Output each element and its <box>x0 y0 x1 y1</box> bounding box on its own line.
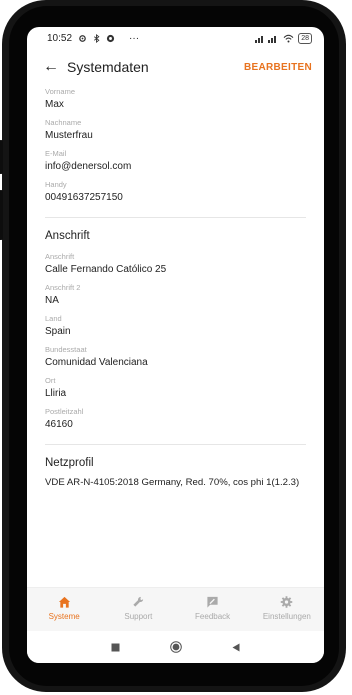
field-label: Handy <box>45 180 67 189</box>
field-address: Anschrift Calle Fernando Católico 25 <box>45 252 306 277</box>
screen: 10:52 ··· 28 ← Systemdaten BEARBEITEN Vo… <box>27 27 324 663</box>
field-value: Musterfrau <box>45 130 93 141</box>
nav-item-systeme[interactable]: Systeme <box>27 588 101 632</box>
system-data-content: Vorname Max Nachname Musterfrau E-Mail i… <box>27 87 324 488</box>
field-label: Anschrift 2 <box>45 283 81 292</box>
field-first-name: Vorname Max <box>45 87 306 112</box>
divider <box>45 217 306 218</box>
field-value: Lliria <box>45 388 67 399</box>
app-bar: ← Systemdaten BEARBEITEN <box>27 49 324 85</box>
field-address-2: Anschrift 2 NA <box>45 283 306 308</box>
bluetooth-icon <box>94 33 100 43</box>
edit-button[interactable]: BEARBEITEN <box>244 62 312 73</box>
nav-label: Systeme <box>48 612 80 621</box>
home-button-icon[interactable] <box>170 641 182 653</box>
field-email: E-Mail info@denersol.com <box>45 149 306 174</box>
field-value: Calle Fernando Católico 25 <box>45 264 167 275</box>
field-value: 00491637257150 <box>45 192 123 203</box>
field-value: NA <box>45 295 59 306</box>
address-heading: Anschrift <box>45 230 90 242</box>
wrench-icon <box>133 596 144 607</box>
field-value: info@denersol.com <box>45 161 132 172</box>
volume-button <box>0 190 3 240</box>
field-label: Land <box>45 314 62 323</box>
status-time: 10:52 <box>47 32 73 44</box>
notification-more: ··· <box>129 32 140 44</box>
field-label: Ort <box>45 376 56 385</box>
nav-item-support[interactable]: Support <box>101 588 175 632</box>
field-label: Postleitzahl <box>45 407 84 416</box>
home-icon <box>58 596 70 608</box>
recents-icon[interactable] <box>111 643 120 652</box>
battery-indicator: 28 <box>298 32 312 44</box>
back-triangle-icon[interactable] <box>232 643 240 652</box>
settings-icon <box>79 34 86 42</box>
field-value: Max <box>45 99 64 110</box>
nav-item-feedback[interactable]: Feedback <box>176 588 250 632</box>
field-label: Nachname <box>45 118 82 127</box>
field-label: E-Mail <box>45 149 67 158</box>
field-label: Vorname <box>45 87 76 96</box>
divider <box>45 444 306 445</box>
nav-label: Einstellungen <box>262 612 311 621</box>
back-arrow-icon[interactable]: ← <box>43 58 65 76</box>
wifi-icon <box>283 34 294 42</box>
nav-label: Feedback <box>195 612 231 621</box>
field-country: Land Spain <box>45 314 306 339</box>
field-last-name: Nachname Musterfrau <box>45 118 306 143</box>
signal-icon <box>255 35 277 43</box>
nav-item-einstellungen[interactable]: Einstellungen <box>250 588 324 632</box>
grid-profile-value: VDE AR-N-4105:2018 Germany, Red. 70%, co… <box>45 477 300 488</box>
field-value: Spain <box>45 326 71 337</box>
field-label: Bundesstaat <box>45 345 87 354</box>
field-postal-code: Postleitzahl 46160 <box>45 407 306 432</box>
nav-label: Support <box>124 612 153 621</box>
field-mobile: Handy 00491637257150 <box>45 180 306 205</box>
field-value: Comunidad Valenciana <box>45 357 148 368</box>
grid-profile-heading: Netzprofil <box>45 457 94 469</box>
feedback-icon <box>207 596 218 608</box>
system-navigation-bar <box>27 631 324 663</box>
power-button <box>0 140 3 174</box>
field-value: 46160 <box>45 419 73 430</box>
field-label: Anschrift <box>45 252 75 261</box>
field-state: Bundesstaat Comunidad Valenciana <box>45 345 306 370</box>
page-title: Systemdaten <box>67 59 149 75</box>
field-city: Ort Lliria <box>45 376 306 401</box>
bottom-navigation: Systeme Support Feedback Einstellungen <box>27 587 324 632</box>
gear-icon <box>281 596 293 608</box>
chrome-icon <box>106 34 115 42</box>
status-bar: 10:52 ··· 28 <box>27 27 324 49</box>
